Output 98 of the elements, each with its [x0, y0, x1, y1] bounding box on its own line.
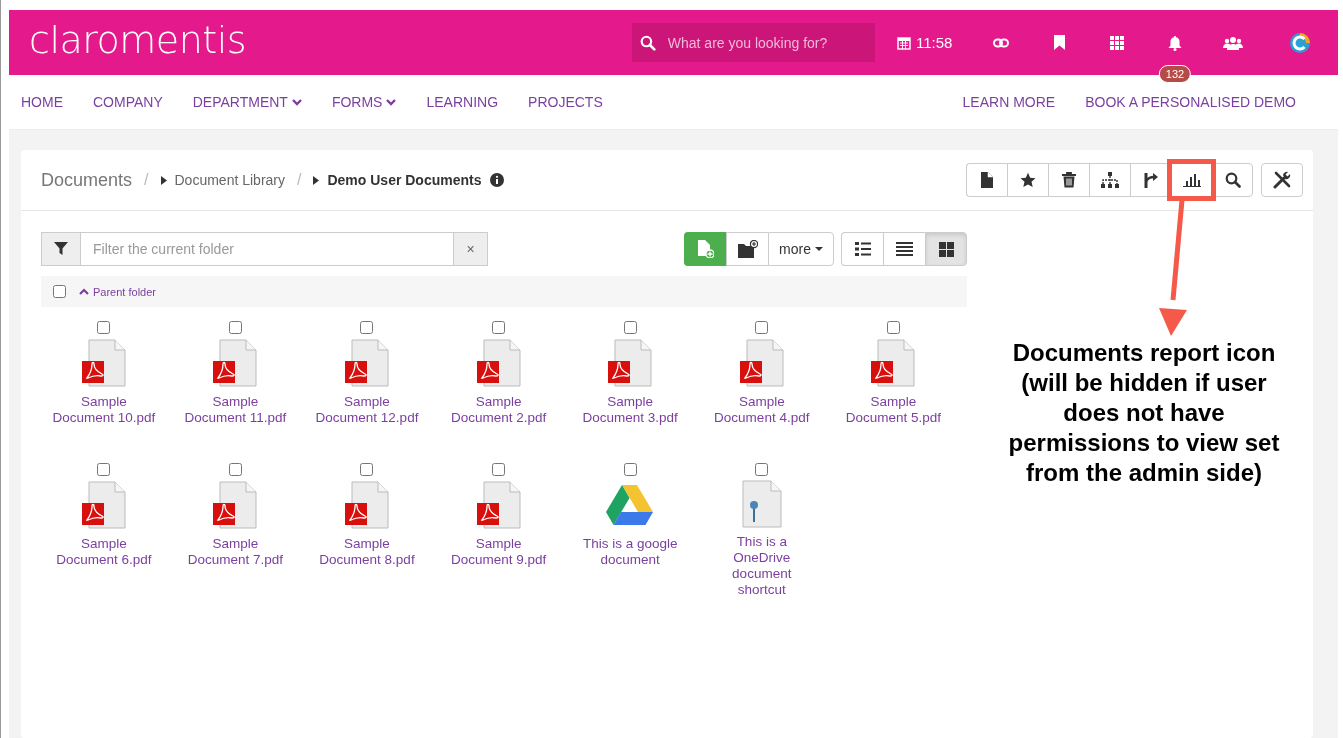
breadcrumb-link[interactable]: Document Library [174, 172, 285, 188]
pdf-file-icon [606, 339, 655, 387]
file-name[interactable]: This is a OneDrive document shortcut [708, 534, 815, 598]
file-checkbox[interactable] [97, 321, 111, 334]
pdf-file-icon [737, 339, 786, 387]
list-icon [896, 242, 913, 256]
bell-icon[interactable] [1168, 34, 1182, 51]
file-name[interactable]: Sample Document 10.pdf [50, 394, 157, 426]
nav-link[interactable]: LEARN MORE [962, 94, 1071, 110]
trash-icon [1062, 172, 1076, 188]
file-icon [981, 172, 993, 188]
file-checkbox[interactable] [755, 463, 769, 476]
filter-icon [54, 242, 68, 256]
pdf-file-icon [211, 339, 260, 387]
add-folder-icon [737, 240, 758, 258]
notification-count: 132 [1158, 64, 1192, 83]
pdf-file-icon [343, 339, 391, 387]
people-icon[interactable] [1223, 35, 1243, 50]
view-toggle[interactable] [883, 232, 925, 266]
file-name[interactable]: Sample Document 4.pdf [708, 394, 815, 426]
tools-icon [1273, 171, 1291, 189]
file-checkbox[interactable] [97, 463, 111, 476]
nav-link[interactable]: BOOK A PERSONALISED DEMO [1085, 94, 1311, 110]
view-toggle[interactable] [841, 232, 883, 266]
pdf-file-icon [474, 481, 523, 529]
hierarchy-icon [1101, 172, 1119, 188]
file-checkbox[interactable] [228, 321, 242, 334]
file-checkbox[interactable] [755, 321, 769, 334]
file-name[interactable]: Sample Document 5.pdf [840, 394, 947, 426]
toolbar-button[interactable] [1007, 163, 1048, 197]
breadcrumb-link[interactable]: Documents [41, 169, 133, 191]
bar-chart-icon [1183, 173, 1201, 187]
nav-link[interactable]: PROJECTS [528, 94, 618, 110]
triangle-icon [313, 175, 320, 185]
pdf-file-icon [79, 481, 128, 529]
annotation-text: Documents report icon (will be hidden if user does not have permissions to view set from the admin side) [1007, 338, 1281, 488]
toolbar-button[interactable] [966, 163, 1007, 197]
calendar-icon [897, 35, 911, 50]
link-icon[interactable] [993, 37, 1009, 48]
search-icon [640, 34, 656, 51]
more-button[interactable]: more [768, 232, 834, 266]
file-checkbox[interactable] [886, 321, 900, 334]
nav-link[interactable]: FORMS [331, 94, 412, 110]
file-name[interactable]: Sample Document 11.pdf [182, 394, 289, 426]
logo[interactable]: claromentis [29, 17, 246, 62]
apps-grid-icon[interactable] [1110, 35, 1124, 50]
file-checkbox[interactable] [360, 463, 374, 476]
file-name[interactable]: Sample Document 8.pdf [314, 536, 420, 568]
chevron-up-icon [79, 288, 89, 295]
file-name[interactable]: Sample Document 6.pdf [50, 536, 157, 568]
nav-link[interactable]: HOME [21, 94, 78, 110]
pdf-file-icon [474, 339, 523, 387]
file-checkbox[interactable] [492, 463, 506, 476]
file-name[interactable]: Sample Document 12.pdf [314, 394, 420, 426]
file-name[interactable]: Sample Document 9.pdf [445, 536, 552, 568]
add-file-icon [697, 240, 714, 258]
avatar-icon[interactable] [1289, 31, 1311, 54]
clock-time: 11:58 [916, 34, 953, 51]
nav-link[interactable]: DEPARTMENT [192, 94, 317, 110]
pdf-file-icon [869, 339, 918, 387]
pdf-file-icon [79, 339, 128, 387]
file-name[interactable]: Sample Document 3.pdf [577, 394, 684, 426]
file-checkbox[interactable] [360, 321, 374, 334]
filter-field[interactable]: Filter the current folder × [41, 232, 488, 266]
toolbar-button[interactable] [1089, 163, 1130, 197]
drive-triangle-icon [606, 483, 655, 527]
file-checkbox[interactable] [623, 463, 637, 476]
view-toggle[interactable] [925, 232, 967, 266]
breadcrumb-separator: / [144, 171, 149, 189]
route-arrow-icon [1143, 172, 1159, 188]
star-icon [1020, 172, 1036, 188]
file-checkbox[interactable] [228, 463, 242, 476]
nav-link[interactable]: COMPANY [93, 94, 178, 110]
search-field[interactable]: What are you looking for? [632, 23, 875, 62]
search-icon [1224, 172, 1241, 188]
breadcrumb-separator: / [297, 171, 302, 189]
pin-file-icon [741, 480, 782, 528]
file-name[interactable]: Sample Document 2.pdf [445, 394, 552, 426]
select-all-checkbox[interactable] [53, 285, 66, 298]
grid-icon [938, 241, 954, 257]
file-name[interactable]: This is a google document [577, 536, 684, 568]
breadcrumb-link[interactable]: Demo User Documents [327, 172, 482, 188]
toolbar-button[interactable] [1048, 163, 1089, 197]
pdf-file-icon [211, 481, 260, 529]
settings-button[interactable] [1261, 163, 1303, 197]
bookmark-icon[interactable] [1053, 35, 1065, 50]
nav-link[interactable]: LEARNING [426, 94, 514, 110]
parent-folder-link[interactable]: Parent folder [79, 285, 156, 298]
add-folder-button[interactable] [726, 232, 768, 266]
file-checkbox[interactable] [623, 321, 637, 334]
clear-button[interactable]: × [453, 233, 487, 265]
file-name[interactable]: Sample Document 7.pdf [182, 536, 289, 568]
detail-list-icon [854, 242, 871, 256]
pdf-file-icon [343, 481, 391, 529]
search-field[interactable]: What are you looking for? [665, 33, 867, 52]
info-icon[interactable] [489, 173, 504, 187]
triangle-icon [160, 175, 167, 185]
file-checkbox[interactable] [492, 321, 506, 334]
